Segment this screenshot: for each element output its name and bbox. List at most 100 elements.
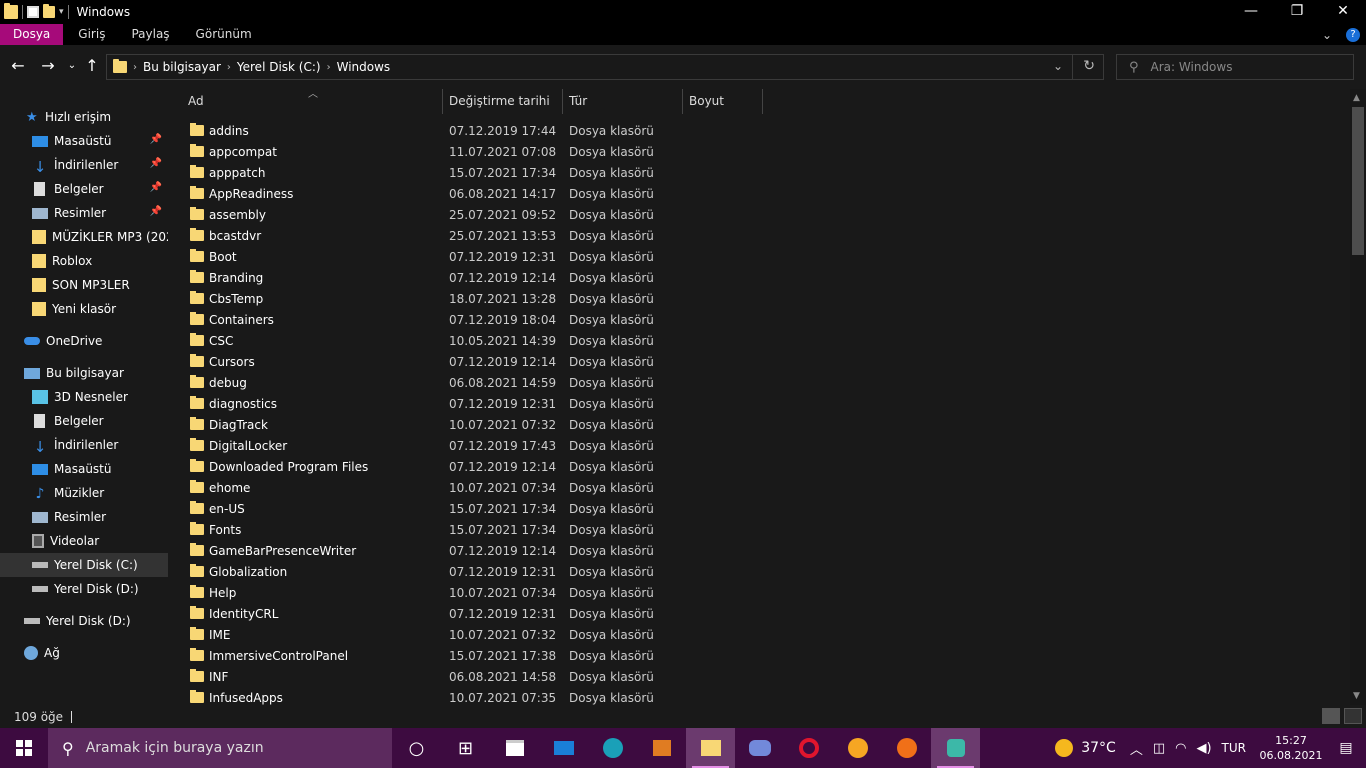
nav-music[interactable]: ♪ Müzikler xyxy=(0,481,168,505)
file-name[interactable]: Cursors xyxy=(209,355,449,369)
nav-quick-yeni-klasor[interactable]: Yeni klasör xyxy=(0,297,168,321)
table-row[interactable]: apppatch 15.07.2021 17:34 Dosya klasörü xyxy=(190,162,810,183)
nav-quick-documents[interactable]: Belgeler 📌 xyxy=(0,177,168,201)
avast-antivirus-icon[interactable] xyxy=(882,728,931,768)
table-row[interactable]: ehome 10.07.2021 07:34 Dosya klasörü xyxy=(190,477,810,498)
file-name[interactable]: ImmersiveControlPanel xyxy=(209,649,449,663)
taskbar-search[interactable]: ⚲ Aramak için buraya yazın xyxy=(48,728,392,768)
chevron-up-icon[interactable]: ︿ xyxy=(1130,739,1143,758)
table-row[interactable]: Boot 07.12.2019 12:31 Dosya klasörü xyxy=(190,246,810,267)
weather-temperature[interactable]: 37°C xyxy=(1081,740,1116,756)
nav-quick-muzikler-mp3[interactable]: MÜZİKLER MP3 (2021 xyxy=(0,225,168,249)
language-indicator[interactable]: TUR xyxy=(1222,741,1246,755)
nav-quick-access[interactable]: ★ Hızlı erişim xyxy=(0,105,168,129)
nav-local-disk-d-root[interactable]: Yerel Disk (D:) xyxy=(0,609,168,633)
edge-icon[interactable] xyxy=(588,728,637,768)
maximize-button[interactable]: ❐ xyxy=(1274,0,1320,24)
file-name[interactable]: en-US xyxy=(209,502,449,516)
table-row[interactable]: GameBarPresenceWriter 07.12.2019 12:14 Dos… xyxy=(190,540,810,561)
nav-this-pc[interactable]: Bu bilgisayar xyxy=(0,361,168,385)
table-row[interactable]: DiagTrack 10.07.2021 07:32 Dosya klasörü xyxy=(190,414,810,435)
table-row[interactable]: INF 06.08.2021 14:58 Dosya klasörü xyxy=(190,666,810,687)
customize-toolbar-icon[interactable]: ▾ xyxy=(59,7,64,17)
scroll-down-icon[interactable]: ▼ xyxy=(1353,691,1360,701)
tab-file[interactable]: Dosya xyxy=(0,24,64,45)
cortana-icon[interactable]: ○ xyxy=(392,728,441,768)
table-row[interactable]: CSC 10.05.2021 14:39 Dosya klasörü xyxy=(190,330,810,351)
breadcrumb-windows[interactable]: Windows xyxy=(337,60,391,74)
up-icon[interactable]: ↑ xyxy=(82,55,102,77)
nav-quick-downloads[interactable]: ↓ İndirilenler 📌 xyxy=(0,153,168,177)
file-name[interactable]: DigitalLocker xyxy=(209,439,449,453)
help-icon[interactable]: ? xyxy=(1346,27,1360,42)
table-row[interactable]: ImmersiveControlPanel 15.07.2021 17:38 Dos… xyxy=(190,645,810,666)
vertical-scrollbar[interactable]: ▲ ▼ xyxy=(1350,89,1366,705)
file-name[interactable]: Fonts xyxy=(209,523,449,537)
file-name[interactable]: IdentityCRL xyxy=(209,607,449,621)
file-name[interactable]: CbsTemp xyxy=(209,292,449,306)
nav-desktop[interactable]: Masaüstü xyxy=(0,457,168,481)
nav-quick-pictures[interactable]: Resimler 📌 xyxy=(0,201,168,225)
nav-documents[interactable]: Belgeler xyxy=(0,409,168,433)
table-row[interactable]: InfusedApps 10.07.2021 07:35 Dosya klasörü xyxy=(190,687,810,705)
clock[interactable]: 15:27 06.08.2021 xyxy=(1256,733,1326,763)
mail-icon[interactable] xyxy=(539,728,588,768)
column-header-size[interactable]: Boyut xyxy=(689,89,724,114)
breadcrumb-this-pc[interactable]: Bu bilgisayar xyxy=(143,60,221,74)
column-divider[interactable] xyxy=(762,89,763,114)
nav-quick-son-mp3ler[interactable]: SON MP3LER xyxy=(0,273,168,297)
recent-locations-icon[interactable]: ⌄ xyxy=(62,55,82,77)
chevron-right-icon[interactable]: › xyxy=(327,62,331,73)
file-name[interactable]: addins xyxy=(209,124,449,138)
table-row[interactable]: assembly 25.07.2021 09:52 Dosya klasörü xyxy=(190,204,810,225)
nav-3d-objects[interactable]: 3D Nesneler xyxy=(0,385,168,409)
nav-network[interactable]: Ağ xyxy=(0,641,168,665)
table-row[interactable]: en-US 15.07.2021 17:34 Dosya klasörü xyxy=(190,498,810,519)
table-row[interactable]: addins 07.12.2019 17:44 Dosya klasörü xyxy=(190,120,810,141)
table-row[interactable]: Branding 07.12.2019 12:14 Dosya klasörü xyxy=(190,267,810,288)
app-icon[interactable] xyxy=(931,728,980,768)
scrollbar-thumb[interactable] xyxy=(1352,107,1364,255)
column-header-date[interactable]: Değiştirme tarihi xyxy=(449,89,550,114)
file-name[interactable]: Globalization xyxy=(209,565,449,579)
start-button[interactable] xyxy=(0,728,48,768)
avast-secure-browser-icon[interactable] xyxy=(833,728,882,768)
media-player-icon[interactable] xyxy=(637,728,686,768)
file-name[interactable]: bcastdvr xyxy=(209,229,449,243)
pin-icon[interactable]: 📌 xyxy=(150,182,162,193)
breadcrumb-local-disk-c[interactable]: Yerel Disk (C:) xyxy=(237,60,321,74)
file-name[interactable]: debug xyxy=(209,376,449,390)
refresh-icon[interactable]: ↻ xyxy=(1083,58,1095,74)
notification-icon[interactable]: ▤ xyxy=(1326,740,1366,756)
tab-view[interactable]: Görünüm xyxy=(183,24,265,45)
store-icon[interactable] xyxy=(490,728,539,768)
file-name[interactable]: Help xyxy=(209,586,449,600)
pin-icon[interactable]: 📌 xyxy=(150,206,162,217)
file-name[interactable]: GameBarPresenceWriter xyxy=(209,544,449,558)
file-name[interactable]: InfusedApps xyxy=(209,691,449,705)
opera-icon[interactable] xyxy=(784,728,833,768)
task-view-icon[interactable]: ⊞ xyxy=(441,728,490,768)
table-row[interactable]: Downloaded Program Files 07.12.2019 12:14… xyxy=(190,456,810,477)
chevron-right-icon[interactable]: › xyxy=(133,62,137,73)
chevron-right-icon[interactable]: › xyxy=(227,62,231,73)
nav-onedrive[interactable]: OneDrive xyxy=(0,329,168,353)
nav-downloads[interactable]: ↓ İndirilenler xyxy=(0,433,168,457)
nav-local-disk-d[interactable]: Yerel Disk (D:) xyxy=(0,577,168,601)
table-row[interactable]: IME 10.07.2021 07:32 Dosya klasörü xyxy=(190,624,810,645)
file-name[interactable]: Branding xyxy=(209,271,449,285)
column-divider[interactable] xyxy=(562,89,563,114)
minimize-button[interactable]: — xyxy=(1228,0,1274,24)
table-row[interactable]: Globalization 07.12.2019 12:31 Dosya klasö… xyxy=(190,561,810,582)
close-button[interactable]: ✕ xyxy=(1320,0,1366,24)
back-icon[interactable]: ← xyxy=(8,55,28,77)
meet-now-icon[interactable]: ◫ xyxy=(1153,741,1165,756)
table-row[interactable]: Fonts 15.07.2021 17:34 Dosya klasörü xyxy=(190,519,810,540)
table-row[interactable]: diagnostics 07.12.2019 12:31 Dosya klasörü xyxy=(190,393,810,414)
table-row[interactable]: debug 06.08.2021 14:59 Dosya klasörü xyxy=(190,372,810,393)
expand-ribbon-icon[interactable]: ⌄ xyxy=(1322,28,1332,42)
file-name[interactable]: Boot xyxy=(209,250,449,264)
table-row[interactable]: Help 10.07.2021 07:34 Dosya klasörü xyxy=(190,582,810,603)
table-row[interactable]: appcompat 11.07.2021 07:08 Dosya klasörü xyxy=(190,141,810,162)
file-name[interactable]: ehome xyxy=(209,481,449,495)
